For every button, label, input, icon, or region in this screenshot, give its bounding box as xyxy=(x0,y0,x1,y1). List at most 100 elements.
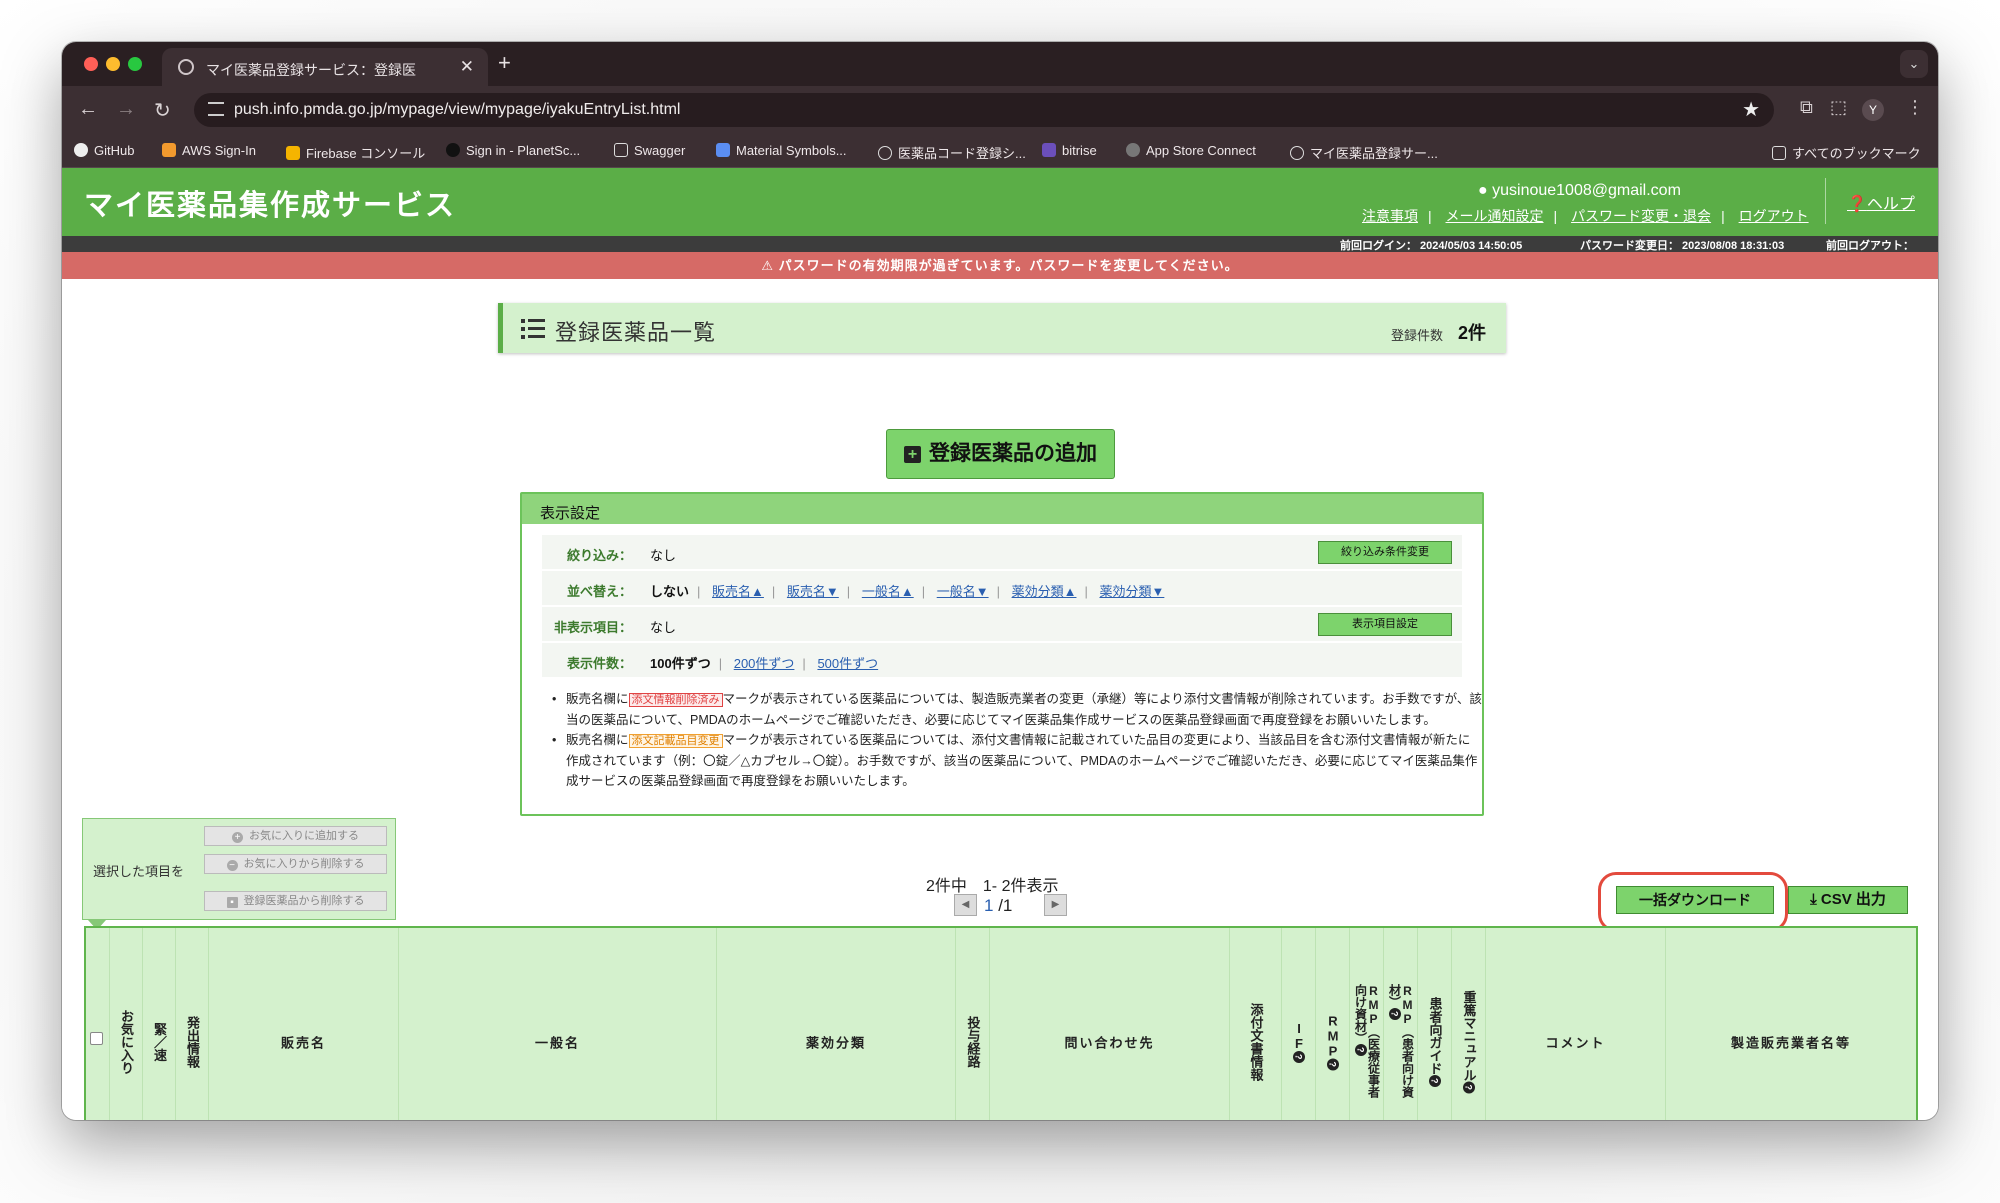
trash-icon: ▪ xyxy=(226,897,238,908)
filter-change-button[interactable]: 絞り込み条件変更 xyxy=(1318,541,1452,564)
password-change-link[interactable]: パスワード変更・退会 xyxy=(1571,208,1711,224)
sort-label: 並べ替え： xyxy=(566,584,632,599)
all-bookmarks[interactable]: すべてのブックマーク xyxy=(1772,143,1921,162)
remove-registered-button[interactable]: ▪ 登録医薬品から削除する xyxy=(204,891,387,911)
bookmarks-bar: GitHub AWS Sign-In Firebase コンソール Sign i… xyxy=(62,134,1938,168)
column-generic-name: 一般名 xyxy=(399,928,717,1120)
hidden-label: 非表示項目： xyxy=(553,620,632,635)
bookmark-bitrise[interactable]: bitrise xyxy=(1042,143,1097,158)
apple-icon xyxy=(1126,143,1140,157)
site-header: マイ医薬品集作成サービス ● yusinoue1008@gmail.com 注意… xyxy=(62,168,1938,236)
filter-label: 絞り込み： xyxy=(566,548,632,563)
deleted-tag: 添文情報削除済み xyxy=(628,693,723,707)
site-settings-icon[interactable] xyxy=(208,102,224,116)
bookmark-firebase[interactable]: Firebase コンソール xyxy=(286,143,425,162)
column-patient-guide: 患者向ガイド? xyxy=(1418,928,1452,1120)
csv-export-button[interactable]: ⤓ CSV 出力 xyxy=(1788,886,1908,914)
next-page-button[interactable]: ▶ xyxy=(1044,894,1067,916)
bulk-download-button[interactable]: 一括ダウンロード xyxy=(1616,886,1774,914)
more-menu-icon[interactable]: ⋮ xyxy=(1906,97,1924,118)
bookmark-swagger[interactable]: Swagger xyxy=(614,143,685,158)
folder-icon xyxy=(1772,146,1786,160)
count-label: 登録件数 xyxy=(1391,328,1444,343)
column-urgent: 緊／速 xyxy=(143,928,176,1120)
bookmark-aws[interactable]: AWS Sign-In xyxy=(162,143,256,158)
sort-name-desc[interactable]: 販売名▼ xyxy=(787,584,839,599)
add-favorite-button[interactable]: + お気に入りに追加する xyxy=(204,826,387,846)
site-title[interactable]: マイ医薬品集作成サービス xyxy=(84,182,456,224)
add-drug-button[interactable]: + 登録医薬品の追加 xyxy=(886,429,1115,479)
per-page-options: 100件ずつ | 200件ずつ | 500件ずつ xyxy=(650,656,879,671)
bookmark-drug-code[interactable]: 医薬品コード登録シ... xyxy=(878,143,1026,162)
maximize-window-button[interactable] xyxy=(128,57,142,71)
bulk-label: 選択した項目を xyxy=(93,864,185,879)
column-drug-class: 薬効分類 xyxy=(717,928,956,1120)
per-page-label: 表示件数： xyxy=(566,656,632,671)
notice-link[interactable]: 注意事項 xyxy=(1362,208,1418,224)
sort-generic-desc[interactable]: 一般名▼ xyxy=(937,584,989,599)
warning-icon: ⚠ xyxy=(761,258,779,273)
login-info-bar: 前回ログイン： 2024/05/03 14:50:05 パスワード変更日： 20… xyxy=(62,236,1938,252)
prev-page-button[interactable]: ◀ xyxy=(954,894,977,916)
logout-link[interactable]: ログアウト xyxy=(1739,208,1809,224)
reload-icon[interactable]: ↻ xyxy=(154,98,171,123)
per-page-200[interactable]: 200件ずつ xyxy=(734,656,795,671)
column-rmp: RMP? xyxy=(1316,928,1350,1120)
select-all-checkbox[interactable] xyxy=(90,1032,103,1045)
help-link[interactable]: ❓ヘルプ xyxy=(1847,190,1915,214)
per-page-500[interactable]: 500件ずつ xyxy=(817,656,878,671)
help-circle-icon[interactable]: ? xyxy=(1462,1081,1475,1094)
tab-search-icon[interactable]: ⌄ xyxy=(1900,50,1928,78)
sort-name-asc[interactable]: 販売名▲ xyxy=(712,584,764,599)
sort-class-desc[interactable]: 薬効分類▼ xyxy=(1099,584,1164,599)
table-header: お気に入り 緊／速 発出情報 販売名 一般名 薬効分類 投与経路 問い合わせ先 … xyxy=(84,926,1918,1120)
filter-row: 絞り込み： なし 絞り込み条件変更 xyxy=(542,535,1462,569)
new-tab-button[interactable]: + xyxy=(498,50,511,76)
password-changed-date: パスワード変更日： 2023/08/08 18:31:03 xyxy=(1580,240,1785,252)
column-maker: 製造販売業者名等 xyxy=(1730,1035,1851,1051)
column-comment: コメント xyxy=(1486,928,1666,1120)
minimize-window-button[interactable] xyxy=(106,57,120,71)
close-tab-icon[interactable]: ✕ xyxy=(460,57,474,77)
display-settings-panel: 表示設定 絞り込み： なし 絞り込み条件変更 並べ替え： しない | 販売名▲ | … xyxy=(520,492,1484,816)
help-circle-icon[interactable]: ? xyxy=(1388,1008,1401,1020)
settings-title: 表示設定 xyxy=(522,494,1482,524)
bookmark-my-drug-service[interactable]: マイ医薬品登録サー... xyxy=(1290,143,1438,162)
sort-options: しない | 販売名▲ | 販売名▼ | 一般名▲ | 一般名▼ | 薬効分類▲ | 薬効分類… xyxy=(650,584,1165,599)
close-window-button[interactable] xyxy=(84,57,98,71)
tab-title: マイ医薬品登録サービス：登録医 xyxy=(206,62,416,78)
globe-icon xyxy=(1290,146,1304,160)
mail-settings-link[interactable]: メール通知設定 xyxy=(1446,208,1544,224)
bookmark-planetscale[interactable]: Sign in - PlanetSc... xyxy=(446,143,580,158)
bookmark-material-symbols[interactable]: Material Symbols... xyxy=(716,143,847,158)
sort-generic-asc[interactable]: 一般名▲ xyxy=(862,584,914,599)
extension-icon[interactable]: ⧉ xyxy=(1800,97,1813,118)
help-circle-icon[interactable]: ? xyxy=(1428,1075,1441,1087)
forward-icon[interactable]: → xyxy=(116,98,136,121)
bulk-action-panel: 選択した項目を + お気に入りに追加する − お気に入りから削除する ▪ 登録医薬品か… xyxy=(82,818,396,920)
bookmark-app-store-connect[interactable]: App Store Connect xyxy=(1126,143,1256,158)
folder-icon xyxy=(614,143,628,157)
url-text: push.info.pmda.go.jp/mypage/view/mypage/… xyxy=(234,101,681,118)
sort-class-asc[interactable]: 薬効分類▲ xyxy=(1012,584,1077,599)
column-contact: 問い合わせ先 xyxy=(990,928,1230,1120)
bookmark-star-icon[interactable]: ★ xyxy=(1742,97,1760,122)
profile-avatar[interactable]: Y xyxy=(1862,99,1884,121)
user-email: ● yusinoue1008@gmail.com xyxy=(1478,182,1681,199)
back-icon[interactable]: ← xyxy=(78,98,98,121)
column-route: 投与経路 xyxy=(956,928,990,1120)
bookmark-github[interactable]: GitHub xyxy=(74,143,134,158)
remove-favorite-button[interactable]: − お気に入りから削除する xyxy=(204,854,387,874)
browser-window: マイ医薬品登録サービス：登録医 ✕ + ⌄ ← → ↻ push.info.pm… xyxy=(62,42,1938,1120)
header-links: 注意事項 | メール通知設定 | パスワード変更・退会 | ログアウト xyxy=(1362,208,1809,224)
browser-tab[interactable]: マイ医薬品登録サービス：登録医 ✕ xyxy=(162,48,488,86)
help-circle-icon[interactable]: ? xyxy=(1292,1051,1305,1063)
download-icon: ⤓ xyxy=(1810,891,1821,908)
page-number: 1 /1 xyxy=(984,896,1013,915)
help-circle-icon[interactable]: ? xyxy=(1326,1058,1339,1071)
display-items-button[interactable]: 表示項目設定 xyxy=(1318,613,1452,636)
changed-tag: 添文記載品目変更 xyxy=(628,734,723,748)
help-circle-icon[interactable]: ? xyxy=(1354,1044,1367,1056)
puzzle-icon[interactable]: ⬚ xyxy=(1830,97,1847,118)
url-bar[interactable]: push.info.pmda.go.jp/mypage/view/mypage/… xyxy=(194,93,1774,127)
